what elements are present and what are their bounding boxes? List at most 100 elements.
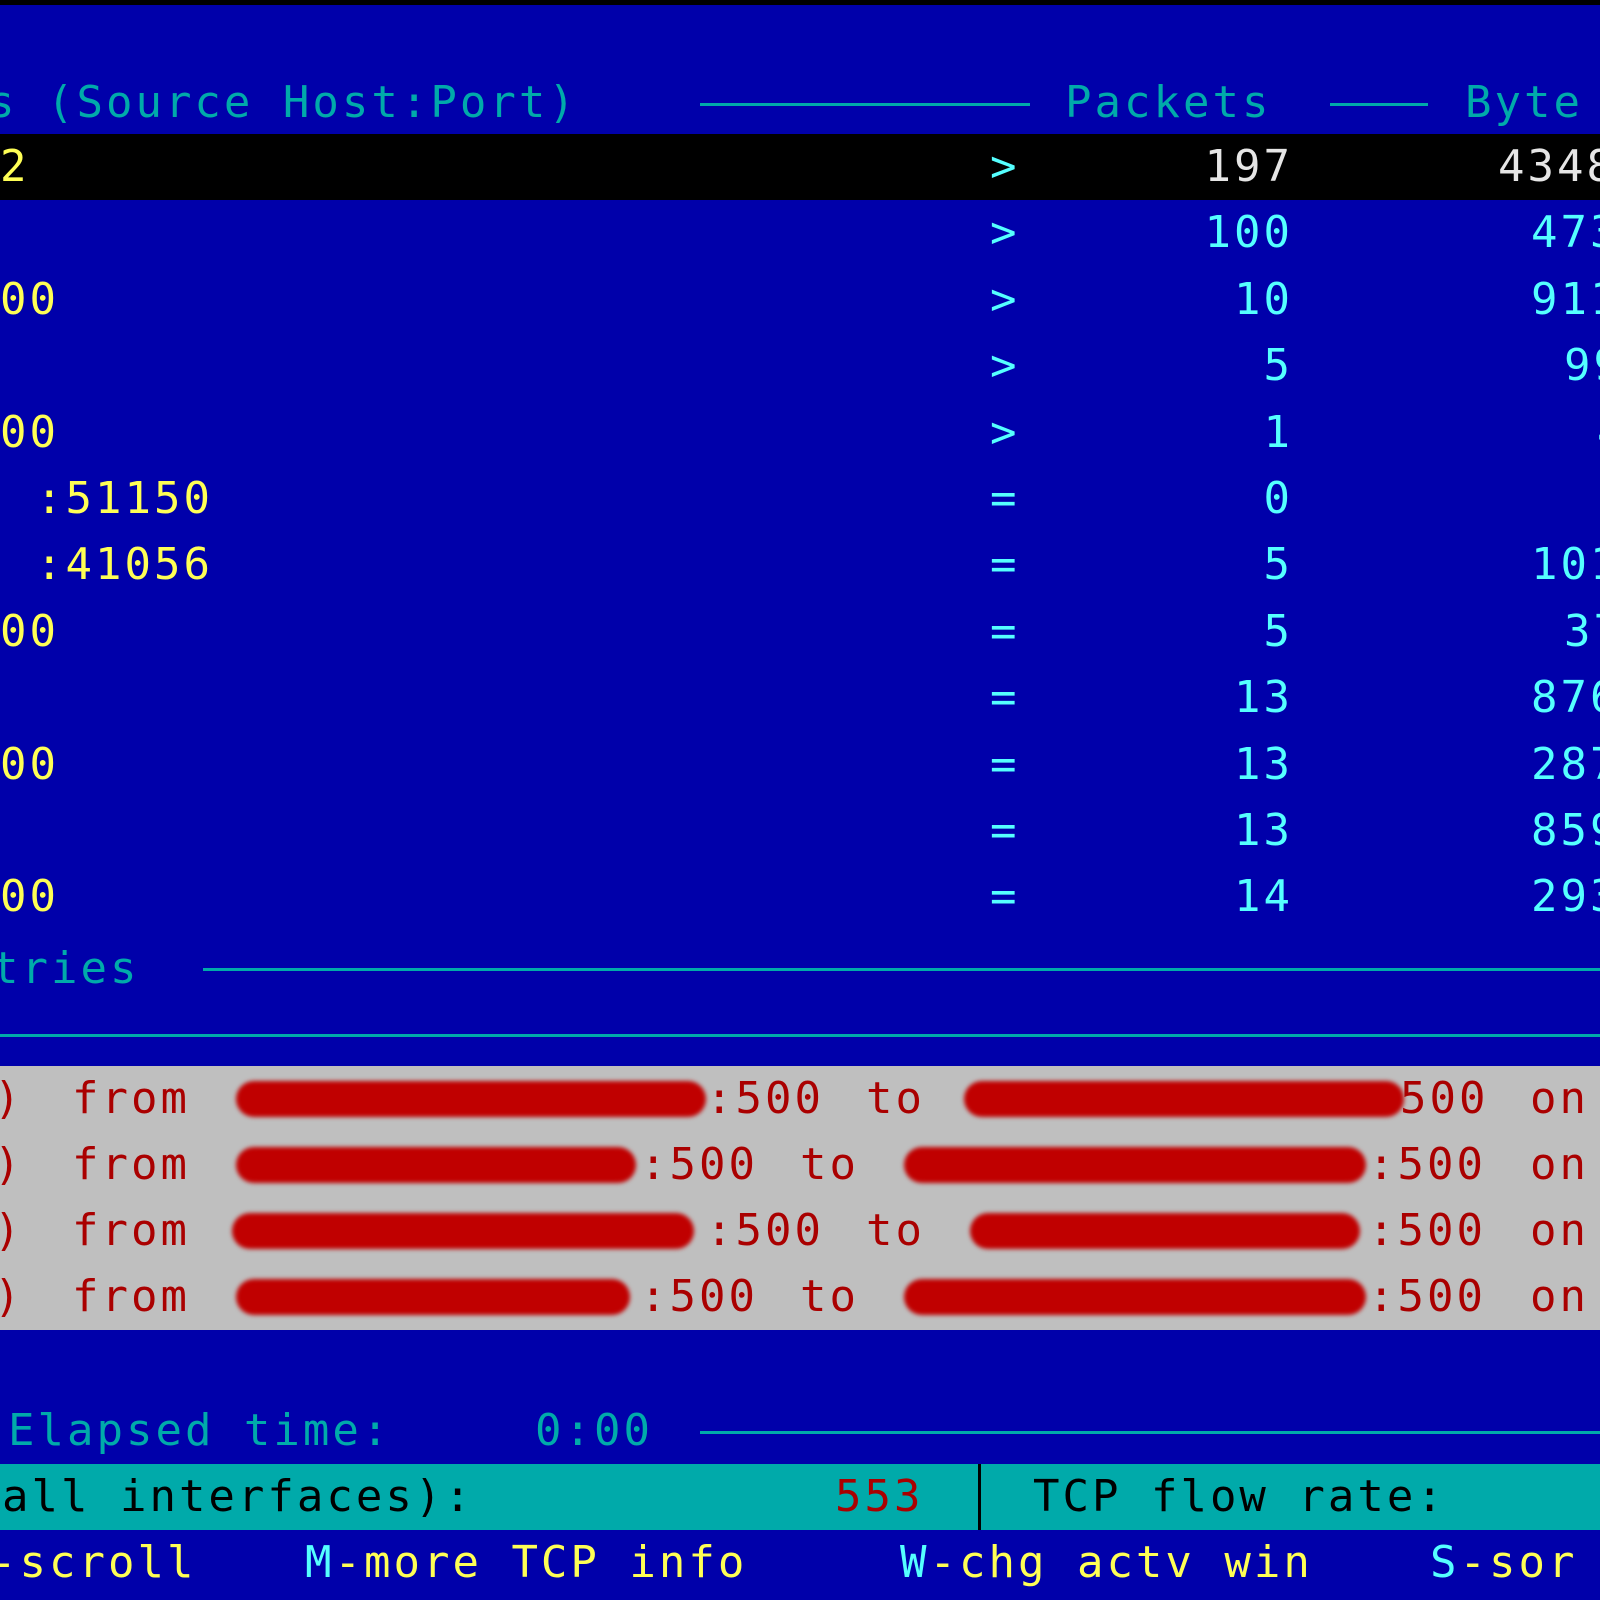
redacted-destination-address <box>964 1081 1404 1117</box>
tcp-row-host: 00 <box>0 407 59 458</box>
tcp-row-bytes: 287 <box>1531 739 1600 790</box>
tcp-row[interactable]: = 13 859 <box>0 798 1600 864</box>
key-hint-key: M <box>305 1537 335 1588</box>
other-protocols-panel[interactable]: ) from :500 to 500 on) from :500 to :500 on) from :5… <box>0 1066 1600 1330</box>
tcp-row-packets: 5 <box>1263 539 1293 590</box>
udp-line-source-port: :500 <box>640 1139 758 1190</box>
tcp-row-direction-flag: = <box>990 606 1020 657</box>
packets-captured-label: all interfaces): <box>2 1471 474 1522</box>
udp-line-on: on <box>1530 1271 1589 1322</box>
tcp-row[interactable]: >100 473 <box>0 200 1600 266</box>
tcp-bottom-border <box>203 968 1600 971</box>
udp-line-destination-port: :500 <box>1368 1271 1486 1322</box>
udp-line-from: from <box>72 1271 190 1322</box>
tcp-row[interactable]: ) :51150 = 0 <box>0 466 1600 532</box>
udp-line-destination-port: :500 <box>1368 1139 1486 1190</box>
tcp-row-direction-flag: = <box>990 871 1020 922</box>
tcp-row-direction-flag: = <box>990 739 1020 790</box>
redacted-destination-address <box>904 1147 1366 1183</box>
tcp-row-host: 00 <box>0 739 59 790</box>
tcp-row-bytes: 876 <box>1531 672 1600 723</box>
key-hint: M-more TCP info <box>305 1530 747 1596</box>
tcp-row-direction-flag: > <box>990 207 1020 258</box>
tcp-row-host: :51150 <box>36 473 213 524</box>
tcp-row[interactable]: >5 99 <box>0 333 1600 399</box>
tcp-row[interactable]: 00 = 13 287 <box>0 732 1600 798</box>
tcp-row-bytes: 4348 <box>1498 141 1600 192</box>
udp-top-border <box>0 1034 1600 1037</box>
tcp-row-host-clip: ) <box>0 466 8 532</box>
tcp-row-direction-flag: = <box>990 473 1020 524</box>
udp-line-destination-port: 500 <box>1400 1073 1489 1124</box>
udp-line-prefix: ) <box>0 1066 24 1132</box>
tcp-row-bytes: 473 <box>1531 207 1600 258</box>
tcp-row-direction-flag: = <box>990 672 1020 723</box>
udp-line-on: on <box>1530 1139 1589 1190</box>
udp-line-source-port: :500 <box>706 1073 824 1124</box>
tcp-row-host: 00 <box>0 274 59 325</box>
tcp-flow-rate-label: TCP flow rate: <box>1033 1471 1446 1522</box>
tcp-row-direction-flag: > <box>990 407 1020 458</box>
udp-line-on: on <box>1530 1205 1589 1256</box>
tcp-row-bytes: 101 <box>1531 539 1600 590</box>
udp-line-prefix: ) <box>0 1198 24 1264</box>
status-bar: all interfaces): 553 TCP flow rate: <box>0 1464 1600 1530</box>
udp-line-from: from <box>72 1139 190 1190</box>
udp-line-source-port: :500 <box>640 1271 758 1322</box>
iptraf-screen: s (Source Host:Port) Packets Byte 2 >197 4… <box>0 0 1600 1600</box>
tcp-header-title: s (Source Host:Port) <box>0 77 578 128</box>
tcp-row-host: :41056 <box>36 539 213 590</box>
tcp-row[interactable]: 00 = 14 293 <box>0 864 1600 930</box>
tcp-row-packets: 0 <box>1263 473 1293 524</box>
redacted-destination-address <box>970 1213 1360 1249</box>
elapsed-rule <box>700 1431 1600 1434</box>
udp-line-prefix: ) <box>0 1132 24 1198</box>
tcp-row[interactable]: 2 >197 4348 <box>0 134 1600 200</box>
elapsed-label: Elapsed time: <box>8 1405 392 1456</box>
udp-line-to: to <box>866 1073 925 1124</box>
tcp-row[interactable]: 00 >10 911 <box>0 267 1600 333</box>
tcp-row-packets: 5 <box>1263 606 1293 657</box>
udp-line-to: to <box>866 1205 925 1256</box>
tcp-row-packets: 197 <box>1204 141 1293 192</box>
header-rule-1 <box>700 103 1030 106</box>
entries-label: tries <box>0 943 140 994</box>
tcp-row-bytes: 37 <box>1564 606 1600 657</box>
udp-line-from: from <box>72 1073 190 1124</box>
bytes-column-header: Byte <box>1465 77 1583 128</box>
tcp-row[interactable]: ):41056 = 5 101 <box>0 532 1600 598</box>
tcp-row-packets: 5 <box>1263 340 1293 391</box>
udp-line-to: to <box>800 1271 859 1322</box>
status-separator <box>978 1464 981 1530</box>
tcp-row-packets: 10 <box>1234 274 1293 325</box>
tcp-row-host: 00 <box>0 871 59 922</box>
tcp-row-bytes: 99 <box>1564 340 1600 391</box>
key-hint-key: S <box>1430 1537 1460 1588</box>
tcp-row-bytes: 859 <box>1531 805 1600 856</box>
redacted-destination-address <box>904 1279 1366 1315</box>
tcp-row[interactable]: 00>14 <box>0 400 1600 466</box>
udp-line-on: on <box>1530 1073 1589 1124</box>
tcp-row-direction-flag: > <box>990 274 1020 325</box>
key-hint-description: -chg actv win <box>929 1537 1313 1588</box>
tcp-row[interactable]: 00 = 5 37 <box>0 599 1600 665</box>
redacted-source-address <box>236 1147 636 1183</box>
tcp-row-packets: 13 <box>1234 672 1293 723</box>
tcp-row-packets: 13 <box>1234 739 1293 790</box>
elapsed-value: 0:00 <box>535 1405 653 1456</box>
tcp-row-packets: 14 <box>1234 871 1293 922</box>
tcp-row-host: 2 <box>0 141 30 192</box>
tcp-row-packets: 1 <box>1263 407 1293 458</box>
tcp-row-bytes: 293 <box>1531 871 1600 922</box>
top-border <box>0 0 1600 5</box>
tcp-row-direction-flag: = <box>990 805 1020 856</box>
tcp-row-host: 00 <box>0 606 59 657</box>
key-hint-description: -more TCP info <box>334 1537 748 1588</box>
key-hint-description: -scroll <box>0 1537 197 1588</box>
redacted-source-address <box>236 1279 630 1315</box>
key-hint: S-sor <box>1430 1530 1577 1596</box>
tcp-row-bytes: 911 <box>1531 274 1600 325</box>
packets-column-header: Packets <box>1065 77 1272 128</box>
tcp-row[interactable]: = 13 876 <box>0 665 1600 731</box>
key-hint: W-chg actv win <box>900 1530 1313 1596</box>
